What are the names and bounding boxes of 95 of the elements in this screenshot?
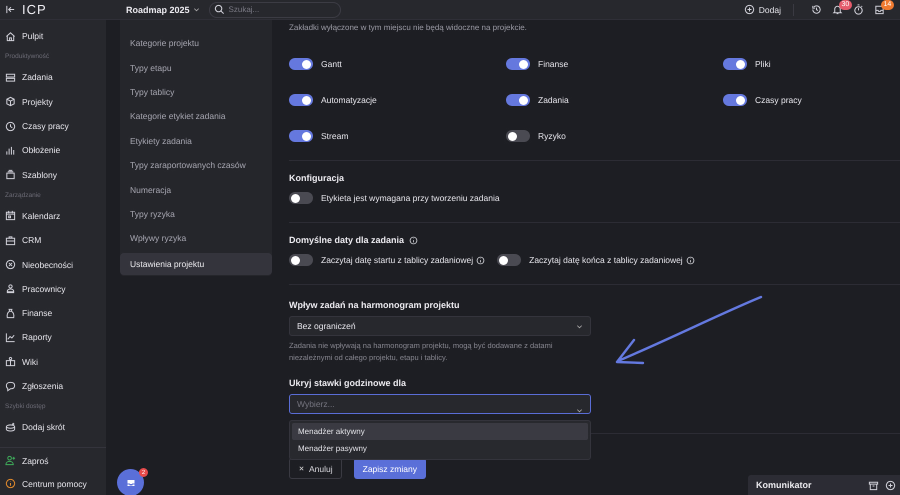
settings-menu-item[interactable]: Numeracja <box>120 177 272 202</box>
toggle-label: Ryzyko <box>538 131 566 141</box>
sidebar-item[interactable]: Finanse <box>0 300 106 326</box>
money-bag-icon <box>5 308 16 319</box>
info-icon[interactable] <box>686 256 695 264</box>
layers-icon <box>5 72 16 83</box>
search-field[interactable]: Szukaj... <box>208 2 341 18</box>
sidebar-item[interactable]: Dodaj skrót <box>0 415 106 440</box>
dropdown-option[interactable]: Menadżer aktywny <box>292 423 588 440</box>
logo: ICP <box>22 2 47 17</box>
sidebar-item[interactable]: CRM <box>0 228 106 252</box>
sidebar-item[interactable]: Zaproś <box>0 449 106 472</box>
info-icon[interactable] <box>476 256 486 264</box>
toggle-switch[interactable] <box>289 254 313 266</box>
calendar-icon <box>5 210 16 222</box>
close-icon <box>298 465 305 472</box>
settings-menu-item[interactable]: Kategorie etykiet zadania <box>120 104 272 129</box>
toggle-switch[interactable] <box>289 58 313 70</box>
sidebar-item[interactable]: Nieobecności <box>0 252 106 277</box>
sidebar-item[interactable]: Szablony <box>0 162 106 187</box>
chevron-down-icon <box>576 322 583 330</box>
sidebar-item[interactable]: Wiki <box>0 350 106 374</box>
toggle-switch[interactable] <box>497 254 522 266</box>
toggle-label: Etykieta jest wymagana przy tworzeniu zadania <box>321 193 500 203</box>
search-icon <box>214 4 225 15</box>
add-button[interactable]: Dodaj <box>744 4 781 15</box>
select-field[interactable]: Bez ograniczeń <box>289 316 591 336</box>
sidebar-item[interactable]: Pulpit <box>0 24 106 48</box>
settings-menu-item[interactable]: Typy tablicy <box>120 80 272 104</box>
settings-menu-item[interactable]: Etykiety zadania <box>120 128 272 153</box>
inbox-icon[interactable] <box>874 4 885 15</box>
coins-icon <box>5 422 16 433</box>
sidebar-item[interactable]: Projekty <box>0 90 106 114</box>
toggle-label: Pliki <box>755 59 771 69</box>
toggle-label: Czasy pracy <box>755 95 802 105</box>
toggle-label: Zadania <box>538 95 569 105</box>
stopwatch-icon[interactable] <box>853 4 864 15</box>
toggle-switch[interactable] <box>506 94 530 106</box>
settings-menu-item[interactable]: Typy ryzyka <box>120 202 272 226</box>
sidebar-item[interactable]: Pracownicy <box>0 276 106 301</box>
save-button[interactable]: Zapisz zmiany <box>354 458 426 479</box>
toggle-switch[interactable] <box>289 130 313 142</box>
chat-button[interactable] <box>117 469 144 495</box>
settings-menu-item[interactable]: Wpływy ryzyka <box>120 226 272 251</box>
panel-title: Komunikator <box>756 480 813 490</box>
toggle-switch[interactable] <box>723 94 747 106</box>
archive-icon[interactable] <box>868 480 879 490</box>
toggle-label: Zaczytaj datę startu z tablicy zadaniowej <box>321 255 474 265</box>
toggle-switch[interactable] <box>506 58 530 70</box>
sidebar-item[interactable]: Zadania <box>0 65 106 90</box>
toggle-label: Stream <box>321 131 348 141</box>
select-field[interactable]: Wybierz... <box>289 394 591 414</box>
section-title: Domyślne daty dla zadania <box>289 235 404 245</box>
line-chart-icon <box>5 332 16 343</box>
toggle-switch[interactable] <box>289 94 313 106</box>
toggle-switch[interactable] <box>289 192 313 204</box>
section-title: Wpływ zadań na harmonogram projektu <box>289 300 461 310</box>
sidebar-item[interactable]: Zgłoszenia <box>0 374 106 398</box>
info-icon[interactable] <box>409 236 418 244</box>
tray-icon <box>5 169 16 180</box>
chevron-down-icon <box>576 407 583 414</box>
sidebar-item[interactable]: Kalendarz <box>0 204 106 228</box>
home-icon <box>5 30 16 42</box>
settings-menu-item[interactable]: Kategorie projektu <box>120 31 272 56</box>
sidebar-item[interactable]: Obłożenie <box>0 138 106 162</box>
toggle-label: Gantt <box>321 59 342 69</box>
bell-icon[interactable] <box>832 4 843 15</box>
book-icon <box>5 356 16 368</box>
project-switcher[interactable]: Roadmap 2025 <box>126 4 200 14</box>
section-title: Konfiguracja <box>289 173 346 183</box>
collapse-sidebar-icon[interactable] <box>5 4 16 15</box>
settings-menu-item[interactable]: Ustawienia projektu <box>120 252 272 275</box>
speech-bubble-icon <box>5 380 16 392</box>
description: Zakładki wyłączone w tym miejscu nie będą widoczne na projekcie. <box>289 23 528 34</box>
settings-menu-item[interactable]: Typy zaraportowanych czasów <box>120 152 272 178</box>
section-title: Ukryj stawki godzinowe dla <box>289 378 408 388</box>
clock-icon <box>5 120 16 132</box>
toggle-label: Automatyzacje <box>321 95 377 105</box>
people-icon <box>5 283 16 294</box>
cube-icon <box>5 96 16 108</box>
history-icon[interactable] <box>811 4 822 15</box>
sidebar-item[interactable]: Raporty <box>0 325 106 350</box>
cancel-button[interactable]: Anuluj <box>289 458 342 479</box>
toggle-switch[interactable] <box>506 130 530 142</box>
toggle-label: Finanse <box>538 59 568 69</box>
toggle-switch[interactable] <box>723 58 747 70</box>
briefcase-icon <box>5 234 16 246</box>
dropdown-option[interactable]: Menadżer pasywny <box>292 440 588 457</box>
bar-chart-icon <box>5 144 16 156</box>
toggle-label: Zaczytaj datę końca z tablicy zadaniowej <box>529 255 683 265</box>
sidebar-item[interactable]: Czasy pracy <box>0 114 106 138</box>
messenger-panel[interactable]: Komunikator <box>748 475 900 495</box>
chevron-down-icon <box>192 6 200 13</box>
sidebar-item[interactable]: Centrum pomocy <box>0 472 106 495</box>
settings-menu-item[interactable]: Typy etapu <box>120 55 272 80</box>
